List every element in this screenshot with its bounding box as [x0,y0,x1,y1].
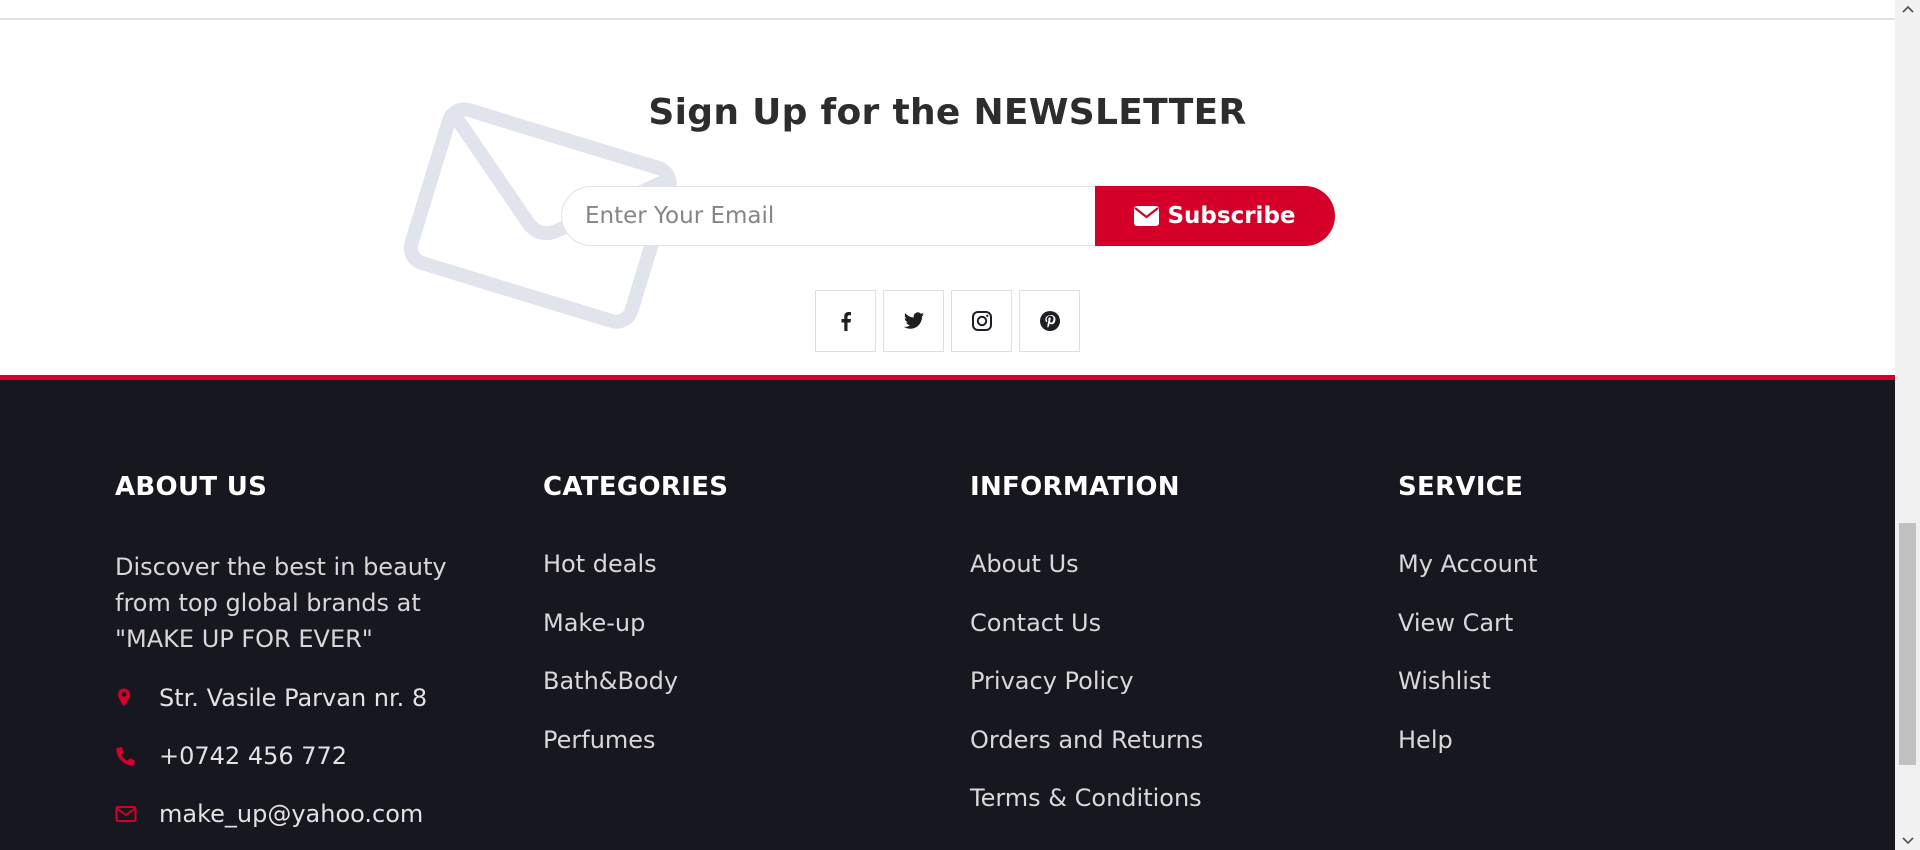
email-input[interactable] [561,186,1109,246]
categories-column: CATEGORIES Hot deals Make-up Bath&Body P… [543,472,728,783]
list-item: Orders and Returns [970,725,1203,784]
list-item: Contact Us [970,608,1203,667]
about-column: ABOUT US Discover the best in beauty fro… [115,472,495,843]
list-item: Privacy Policy [970,666,1203,725]
service-link-wishlist[interactable]: Wishlist [1398,666,1491,696]
list-item: Help [1398,725,1537,784]
chevron-up-icon [1901,5,1914,13]
newsletter-title-regular: Sign Up for the [648,92,961,133]
list-item: Terms & Conditions [970,783,1203,842]
category-link-hot-deals[interactable]: Hot deals [543,549,657,579]
service-link-help[interactable]: Help [1398,725,1453,755]
list-item: My Account [1398,549,1537,608]
envelope-icon [1134,206,1160,226]
category-link-bath-body[interactable]: Bath&Body [543,666,678,696]
category-link-perfumes[interactable]: Perfumes [543,725,656,755]
map-pin-icon [118,688,130,707]
facebook-icon [841,312,851,331]
category-link-make-up[interactable]: Make-up [543,608,645,638]
service-column: SERVICE My Account View Cart Wishlist He… [1398,472,1537,783]
instagram-icon [971,311,992,331]
twitter-button[interactable] [883,290,944,352]
site-footer: ABOUT US Discover the best in beauty fro… [0,375,1895,850]
about-heading: ABOUT US [115,472,268,502]
phone-row: +0742 456 772 [115,727,495,785]
newsletter-title-bold: NEWSLETTER [973,92,1247,133]
newsletter-section: Sign Up for the NEWSLETTER Subscribe [0,20,1895,375]
about-text: Discover the best in beauty from top glo… [115,553,447,653]
info-link-about-us[interactable]: About Us [970,549,1079,579]
pinterest-button[interactable] [1019,290,1080,352]
service-link-view-cart[interactable]: View Cart [1398,608,1513,638]
information-heading: INFORMATION [970,472,1180,502]
vertical-scrollbar[interactable] [1895,0,1920,850]
info-link-terms[interactable]: Terms & Conditions [970,783,1202,813]
list-item: Make-up [543,608,728,667]
instagram-button[interactable] [951,290,1012,352]
twitter-icon [903,312,924,329]
address-row: Str. Vasile Parvan nr. 8 [115,669,495,727]
chevron-down-icon [1901,837,1914,845]
information-column: INFORMATION About Us Contact Us Privacy … [970,472,1203,842]
page: Sign Up for the NEWSLETTER Subscribe [0,0,1895,850]
service-heading: SERVICE [1398,472,1524,502]
scrollbar-thumb[interactable] [1899,523,1916,765]
list-item: Hot deals [543,549,728,608]
pinterest-icon [1039,311,1060,331]
facebook-button[interactable] [815,290,876,352]
list-item: Perfumes [543,725,728,784]
scroll-down-button[interactable] [1895,832,1920,850]
service-link-my-account[interactable]: My Account [1398,549,1537,579]
newsletter-form: Subscribe [561,186,1335,246]
list-item: About Us [970,549,1203,608]
address-text: Str. Vasile Parvan nr. 8 [159,684,428,712]
contact-list: Str. Vasile Parvan nr. 8 +0742 456 772 m… [115,669,495,843]
newsletter-title: Sign Up for the NEWSLETTER [0,92,1895,133]
information-list: About Us Contact Us Privacy Policy Order… [970,549,1203,842]
info-link-contact-us[interactable]: Contact Us [970,608,1101,638]
list-item: Bath&Body [543,666,728,725]
envelope-outline-icon [115,806,137,822]
social-links [815,290,1080,352]
list-item: View Cart [1398,608,1537,667]
info-link-orders-returns[interactable]: Orders and Returns [970,725,1203,755]
service-list: My Account View Cart Wishlist Help [1398,549,1537,783]
phone-text: +0742 456 772 [159,742,348,770]
email-row: make_up@yahoo.com [115,785,495,843]
subscribe-button[interactable]: Subscribe [1095,186,1335,246]
subscribe-label: Subscribe [1167,203,1296,229]
scroll-up-button[interactable] [1895,0,1920,18]
list-item: Wishlist [1398,666,1537,725]
phone-icon [116,747,135,766]
info-link-privacy-policy[interactable]: Privacy Policy [970,666,1134,696]
email-text: make_up@yahoo.com [159,800,424,828]
categories-heading: CATEGORIES [543,472,729,502]
categories-list: Hot deals Make-up Bath&Body Perfumes [543,549,728,783]
